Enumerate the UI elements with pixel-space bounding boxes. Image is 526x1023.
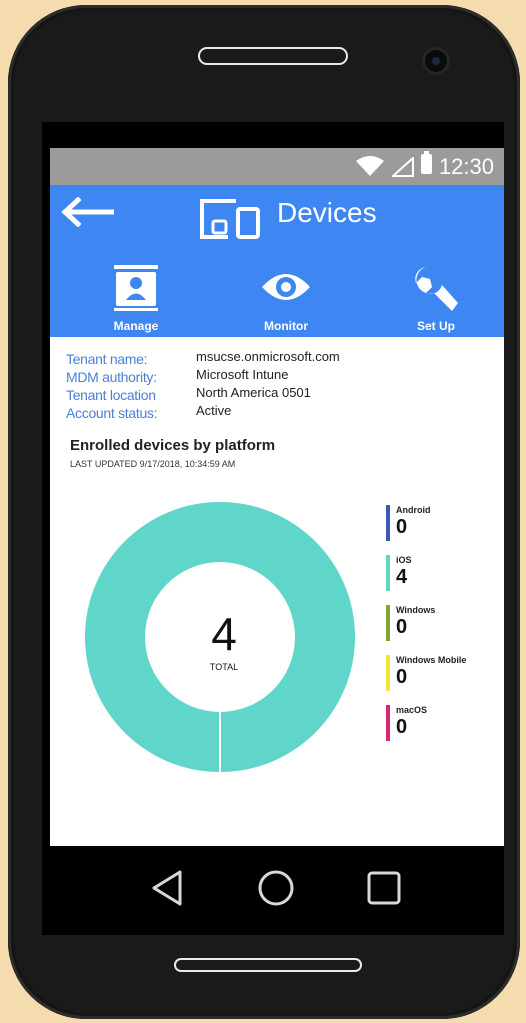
account-status-value: Active [196,403,232,418]
legend-label: iOS [396,555,412,565]
legend-label: Android [396,505,431,515]
back-arrow-icon[interactable] [60,197,114,227]
wrench-icon [415,267,458,311]
mdm-authority-value: Microsoft Intune [196,367,289,382]
legend-count: 0 [396,716,408,738]
android-nav-bar [42,846,504,935]
main-content: Tenant name: msucse.onmicrosoft.com MDM … [50,337,504,846]
legend-label: Windows Mobile [396,655,467,665]
tenant-location-label: Tenant location [66,387,156,403]
nav-monitor-label: Monitor [264,319,308,333]
eye-icon [262,274,310,300]
signal-icon [392,157,414,177]
legend-count: 4 [396,566,408,588]
home-circle-icon[interactable] [256,868,296,908]
donut-total-label: TOTAL [209,662,239,672]
nav-manage-button[interactable]: Manage [86,265,186,333]
nav-manage-label: Manage [113,319,159,333]
tenant-name-value: msucse.onmicrosoft.com [196,349,340,364]
status-bar: 12:30 [50,148,504,185]
page-title: Devices [277,197,377,228]
front-camera [422,47,450,75]
app-header: Devices Manage Monitor Set Up [50,185,504,337]
last-updated-text: LAST UPDATED 9/17/2018, 10:34:59 AM [70,459,236,469]
nav-setup-button[interactable]: Set Up [386,265,486,333]
nav-monitor-button[interactable]: Monitor [236,265,336,333]
legend-color-bar [386,655,390,691]
legend-count: 0 [396,666,408,688]
contact-card-icon [114,265,158,311]
recent-apps-icon[interactable] [364,868,404,908]
enrolled-devices-title: Enrolled devices by platform [70,437,276,454]
back-triangle-icon[interactable] [148,868,188,908]
legend-color-bar [386,555,390,591]
account-status-label: Account status: [66,405,158,421]
mdm-authority-label: MDM authority: [66,369,157,385]
legend-color-bar [386,505,390,541]
phone-frame: 12:30 Devices Manage Monitor Set Up Tena… [8,5,520,1019]
legend-count: 0 [396,616,408,638]
nav-setup-label: Set Up [416,319,455,333]
legend-label: macOS [396,705,428,715]
speaker-grille [198,47,348,65]
legend-count: 0 [396,516,408,538]
phone-screen: 12:30 Devices Manage Monitor Set Up Tena… [42,122,504,935]
status-time: 12:30 [438,154,494,179]
battery-icon [421,151,432,174]
tenant-name-label: Tenant name: [66,351,148,367]
legend-color-bar [386,605,390,641]
wifi-icon [356,156,384,176]
tenant-location-value: North America 0501 [196,385,311,400]
devices-icon [200,199,260,239]
legend-color-bar [386,705,390,741]
legend-label: Windows [396,605,436,615]
donut-total-value: 4 [211,608,237,660]
phone-home-bar [174,958,362,972]
